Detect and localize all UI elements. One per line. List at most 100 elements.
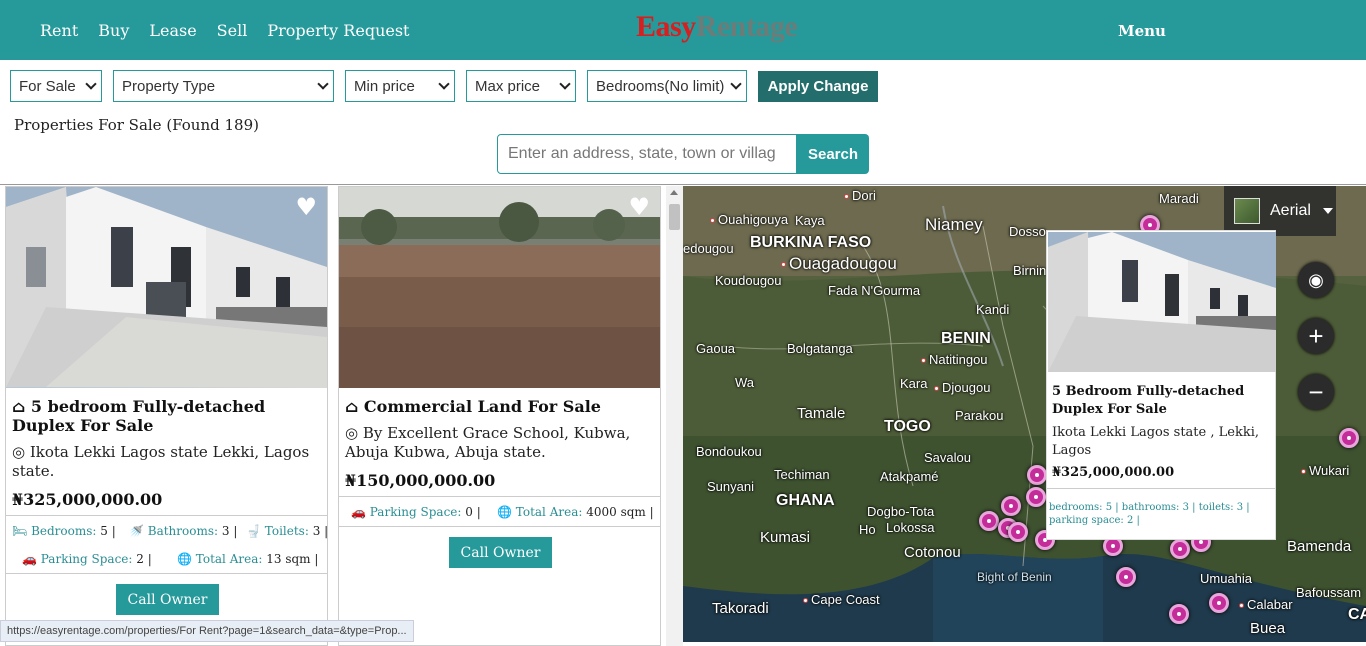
popup-features: bedrooms: 5 | bathrooms: 3 | toilets: 3 … <box>1049 502 1250 526</box>
property-pin[interactable] <box>1170 539 1190 559</box>
place-label: Kumasi <box>760 529 811 546</box>
card-divider <box>339 526 660 527</box>
property-pin[interactable] <box>1008 522 1028 542</box>
chevron-down-icon <box>730 78 742 90</box>
browser-status-url: https://easyrentage.com/properties/For R… <box>0 620 414 642</box>
listing-location: ◎ Ikota Lekki Lagos state Lekki, Lagos s… <box>12 443 310 480</box>
min-price-value: Min price <box>354 77 415 95</box>
property-pin[interactable] <box>1001 496 1021 516</box>
call-owner-button[interactable]: Call Owner <box>116 584 219 615</box>
place-label: Niamey <box>925 215 983 234</box>
nav-links: Rent Buy Lease Sell Property Request <box>40 0 409 60</box>
scroll-up-icon[interactable] <box>670 190 678 195</box>
search-button[interactable]: Search <box>797 134 869 174</box>
call-owner-button[interactable]: Call Owner <box>449 537 552 568</box>
property-pin[interactable] <box>1026 487 1046 507</box>
min-price-select[interactable]: Min price <box>345 70 455 102</box>
nav-link-sell[interactable]: Sell <box>217 21 248 40</box>
nav-link-property-request[interactable]: Property Request <box>267 21 409 40</box>
listing-title[interactable]: ⌂ 5 bedroom Fully-detached Duplex For Sa… <box>12 397 321 435</box>
place-label: Calabar <box>1247 597 1293 612</box>
property-type-select[interactable]: Property Type <box>113 70 334 102</box>
map-layer-label: Aerial <box>1270 202 1311 219</box>
place-label: Koudougou <box>715 273 782 288</box>
logo-rentage: Rentage <box>695 10 798 43</box>
listing-price: ₦150,000,000.00 <box>345 471 496 490</box>
property-pin[interactable] <box>1339 428 1359 448</box>
listing-photo[interactable]: ♥ <box>339 187 660 388</box>
address-search-input[interactable]: Enter an address, state, town or villag <box>497 134 797 174</box>
property-pin[interactable] <box>1209 593 1229 613</box>
bedrooms-feature: 🛏 Bedrooms: 5 | <box>12 524 116 538</box>
place-label: BURKINA FASO <box>750 234 872 251</box>
place-label: Ho <box>859 522 876 537</box>
map-view[interactable]: Dori Maradi Ouahigouya Kaya Niamey Dosso… <box>683 186 1366 642</box>
place-label: Birnin <box>1013 263 1047 278</box>
place-label: Takoradi <box>712 600 769 617</box>
map-layer-control[interactable]: Aerial <box>1224 186 1336 236</box>
listing-card[interactable]: ♥ ⌂ 5 bedroom Fully-detached Duplex For … <box>5 186 328 646</box>
popup-title[interactable]: 5 Bedroom Fully-detached Duplex For Sale <box>1052 383 1272 419</box>
locate-me-icon[interactable]: ◉ <box>1298 262 1334 298</box>
bedrooms-select[interactable]: Bedrooms(No limit) <box>587 70 747 102</box>
listing-title[interactable]: ⌂ Commercial Land For Sale <box>345 397 654 416</box>
property-pin[interactable] <box>1116 567 1136 587</box>
menu-button[interactable]: Menu <box>1118 22 1166 40</box>
listing-type-value: For Sale <box>19 77 76 95</box>
area-value: 13 sqm <box>266 552 311 566</box>
card-divider <box>6 573 327 574</box>
max-price-select[interactable]: Max price <box>466 70 576 102</box>
property-popup[interactable]: 5 Bedroom Fully-detached Duplex For Sale… <box>1046 230 1276 540</box>
property-pin[interactable] <box>1027 465 1047 485</box>
chevron-down-icon <box>438 78 450 90</box>
place-label: BENIN <box>941 330 991 347</box>
place-label: Natitingou <box>929 352 988 367</box>
listing-photo[interactable]: ♥ <box>6 187 327 388</box>
nav-link-lease[interactable]: Lease <box>149 21 196 40</box>
place-label: edougou <box>683 241 734 256</box>
parking-count: 2 <box>136 552 144 566</box>
satellite-thumbnail-icon <box>1234 198 1260 224</box>
area-feature: 🌐 Total Area: 13 sqm | <box>177 552 319 566</box>
toilets-count: 3 <box>312 524 321 538</box>
bedrooms-label: Bedrooms: <box>31 524 97 538</box>
site-logo[interactable]: EasyRentage <box>636 10 798 44</box>
place-label: Kaya <box>795 213 825 228</box>
favorite-heart-icon[interactable]: ♥ <box>628 193 650 221</box>
popup-location: Ikota Lekki Lagos state , Lekki, Lagos <box>1052 425 1259 458</box>
max-price-value: Max price <box>475 77 541 95</box>
chevron-down-icon <box>1322 208 1333 214</box>
apply-change-button[interactable]: Apply Change <box>758 71 878 102</box>
listings-scrollbar[interactable] <box>666 186 683 646</box>
zoom-in-button[interactable]: + <box>1298 318 1334 354</box>
popup-photo[interactable] <box>1048 232 1276 372</box>
place-label: Bafoussam <box>1296 585 1362 600</box>
zoom-out-button[interactable]: − <box>1298 374 1334 410</box>
place-label: Kandi <box>976 302 1010 317</box>
listing-price: ₦325,000,000.00 <box>12 490 163 509</box>
place-label: Maradi <box>1159 191 1199 206</box>
chevron-down-icon <box>317 78 329 90</box>
scroll-thumb[interactable] <box>669 204 680 230</box>
bathrooms-count: 3 <box>221 524 230 538</box>
place-label: Gaoua <box>696 341 736 356</box>
favorite-heart-icon[interactable]: ♥ <box>295 193 317 221</box>
place-label: Bondoukou <box>696 444 762 459</box>
nav-link-rent[interactable]: Rent <box>40 21 78 40</box>
listing-type-select[interactable]: For Sale <box>10 70 102 102</box>
property-pin[interactable] <box>979 511 999 531</box>
nav-link-buy[interactable]: Buy <box>98 21 129 40</box>
place-label: Buea <box>1250 620 1286 637</box>
property-pin[interactable] <box>1169 604 1189 624</box>
bedrooms-count: 5 <box>100 524 108 538</box>
place-label: Dori <box>852 188 876 203</box>
place-label: Cape Coast <box>811 592 880 607</box>
listing-title-text: 5 bedroom Fully-detached Duplex For Sale <box>12 397 266 435</box>
parking-feature: 🚗 Parking Space: 0 | <box>351 505 481 519</box>
card-divider <box>339 496 660 497</box>
listing-card[interactable]: ♥ ⌂ Commercial Land For Sale ◎ By Excell… <box>338 186 661 646</box>
toilets-label: Toilets: <box>264 524 309 538</box>
area-label: Total Area: <box>195 552 263 566</box>
place-label: Tamale <box>797 405 846 422</box>
chevron-down-icon <box>85 78 97 90</box>
